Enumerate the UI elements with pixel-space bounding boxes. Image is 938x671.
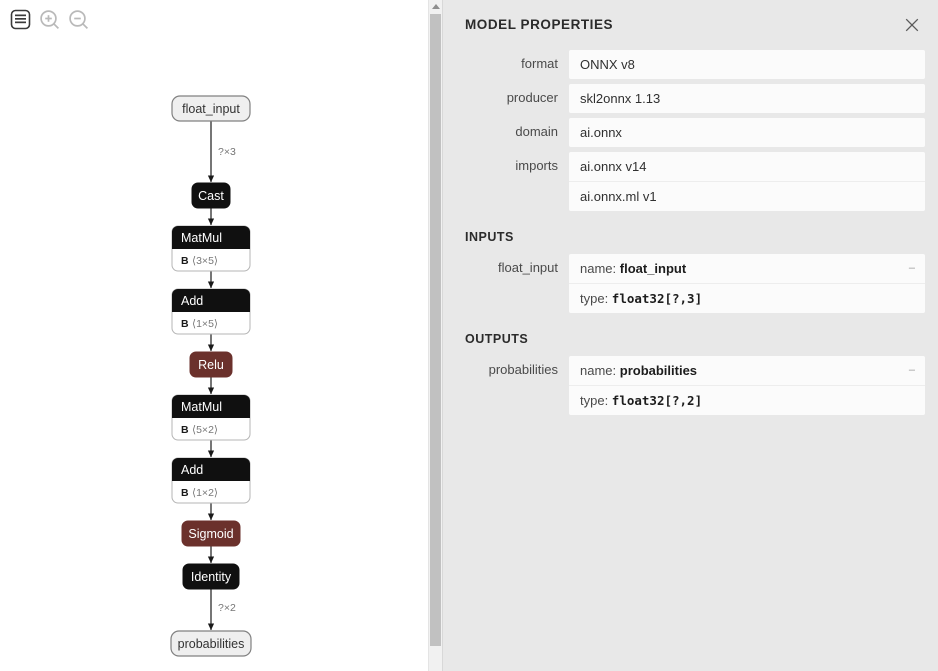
property-label: float_input	[498, 260, 558, 275]
graph-node-relu[interactable]: Relu	[189, 351, 233, 378]
inputs-section-title: INPUTS	[465, 230, 514, 244]
collapse-toggle-icon[interactable]: –	[909, 261, 915, 275]
property-value-text: probabilities	[619, 363, 698, 378]
property-value-text: ai.onnx.ml v1	[580, 189, 657, 204]
property-value-text: ai.onnx	[580, 125, 622, 140]
node-title: Add	[181, 463, 203, 477]
node-attribute-key: B	[181, 487, 189, 499]
model-properties-list: format ONNX v8 producer skl2onnx 1.13 domain…	[443, 50, 938, 211]
property-label: domain	[515, 124, 558, 139]
page-title: MODEL PROPERTIES	[465, 17, 614, 32]
node-attribute-value: ⟨3×5⟩	[192, 255, 218, 267]
inputs-list: float_input name: float_input – type: float…	[443, 254, 938, 313]
property-label: imports	[515, 158, 558, 173]
node-attribute-key: B	[181, 255, 189, 267]
property-value-text: ai.onnx v14	[580, 159, 647, 174]
sidebar-header: MODEL PROPERTIES	[443, 0, 938, 50]
node-title: float_input	[182, 102, 240, 116]
node-title: Relu	[198, 358, 224, 372]
application-window: ?×3 ?×2 float_input Cast MatMul B ⟨3×5⟩ Add B ⟨1…	[0, 0, 938, 671]
property-value-line: type: float32[?,2]	[569, 385, 925, 415]
close-icon[interactable]	[901, 14, 923, 36]
property-value-key: name:	[580, 363, 620, 378]
property-value-key: type:	[580, 291, 612, 306]
outputs-section-title: OUTPUTS	[465, 332, 529, 346]
property-row: domain ai.onnx	[443, 118, 938, 147]
property-value-box[interactable]: ONNX v8	[569, 50, 925, 79]
property-value-line: type: float32[?,3]	[569, 283, 925, 313]
property-value-line: skl2onnx 1.13	[569, 84, 925, 113]
property-label: probabilities	[488, 362, 558, 377]
property-row: producer skl2onnx 1.13	[443, 84, 938, 113]
scroll-up-arrow-icon[interactable]	[429, 0, 442, 12]
property-label: format	[521, 56, 558, 71]
graph-node-identity[interactable]: Identity	[182, 563, 240, 590]
property-value-line: ONNX v8	[569, 50, 925, 79]
graph-canvas[interactable]: ?×3 ?×2 float_input Cast MatMul B ⟨3×5⟩ Add B ⟨1…	[0, 0, 428, 671]
graph-node-float_input[interactable]: float_input	[171, 95, 251, 122]
property-value-text: float32[?,3]	[611, 291, 703, 306]
property-value-key: name:	[580, 261, 620, 276]
graph-node-sigmoid[interactable]: Sigmoid	[181, 520, 241, 547]
property-value-key: type:	[580, 393, 612, 408]
node-title: probabilities	[178, 637, 245, 651]
model-graph[interactable]: ?×3?×2 float_inputCastMatMulB ⟨3×5⟩AddB ⟨1…	[0, 0, 428, 671]
node-title: Identity	[191, 570, 232, 584]
property-value-line: ai.onnx	[569, 118, 925, 147]
property-value-box[interactable]: name: probabilities – type: float32[?,2]	[569, 356, 925, 415]
property-value-line: ai.onnx v14	[569, 152, 925, 181]
collapse-toggle-icon[interactable]: –	[909, 363, 915, 377]
property-row: format ONNX v8	[443, 50, 938, 79]
node-title: Add	[181, 294, 203, 308]
node-attribute-key: B	[181, 424, 189, 436]
property-value-box[interactable]: skl2onnx 1.13	[569, 84, 925, 113]
node-attribute-value: ⟨5×2⟩	[192, 424, 218, 436]
property-value-text: ONNX v8	[580, 57, 635, 72]
node-attribute-value: ⟨1×2⟩	[192, 487, 218, 499]
canvas-vertical-scrollbar[interactable]	[428, 0, 442, 671]
property-value-text: float_input	[619, 261, 687, 276]
property-row: imports ai.onnx v14 ai.onnx.ml v1	[443, 152, 938, 211]
node-attribute-value: ⟨1×5⟩	[192, 318, 218, 330]
property-value-box[interactable]: name: float_input – type: float32[?,3]	[569, 254, 925, 313]
graph-node-cast[interactable]: Cast	[191, 182, 231, 209]
node-attribute-key: B	[181, 318, 189, 330]
node-title: Cast	[198, 189, 224, 203]
model-properties-sidebar: MODEL PROPERTIES format ONNX v8 producer sk…	[442, 0, 938, 671]
property-label: producer	[506, 90, 558, 105]
edge-label: ?×3	[218, 146, 236, 158]
graph-node-matmul1[interactable]: MatMul B ⟨3×5⟩	[171, 225, 251, 272]
property-value-line: name: float_input –	[569, 254, 925, 283]
scrollbar-thumb[interactable]	[430, 14, 441, 646]
property-row: float_input name: float_input – type: float…	[443, 254, 938, 313]
property-value-text: float32[?,2]	[611, 393, 703, 408]
node-title: MatMul	[181, 400, 222, 414]
property-value-box[interactable]: ai.onnx v14 ai.onnx.ml v1	[569, 152, 925, 211]
graph-node-add1[interactable]: Add B ⟨1×5⟩	[171, 288, 251, 335]
property-value-line: name: probabilities –	[569, 356, 925, 385]
property-value-box[interactable]: ai.onnx	[569, 118, 925, 147]
node-title: Sigmoid	[188, 527, 233, 541]
graph-node-matmul2[interactable]: MatMul B ⟨5×2⟩	[171, 394, 251, 441]
property-value-text: skl2onnx 1.13	[580, 91, 661, 106]
graph-node-add2[interactable]: Add B ⟨1×2⟩	[171, 457, 251, 504]
property-value-line: ai.onnx.ml v1	[569, 181, 925, 211]
graph-node-probabilities[interactable]: probabilities	[170, 630, 252, 657]
property-row: probabilities name: probabilities – type: f…	[443, 356, 938, 415]
outputs-list: probabilities name: probabilities – type: f…	[443, 356, 938, 415]
node-title: MatMul	[181, 231, 222, 245]
edge-label: ?×2	[218, 602, 236, 614]
